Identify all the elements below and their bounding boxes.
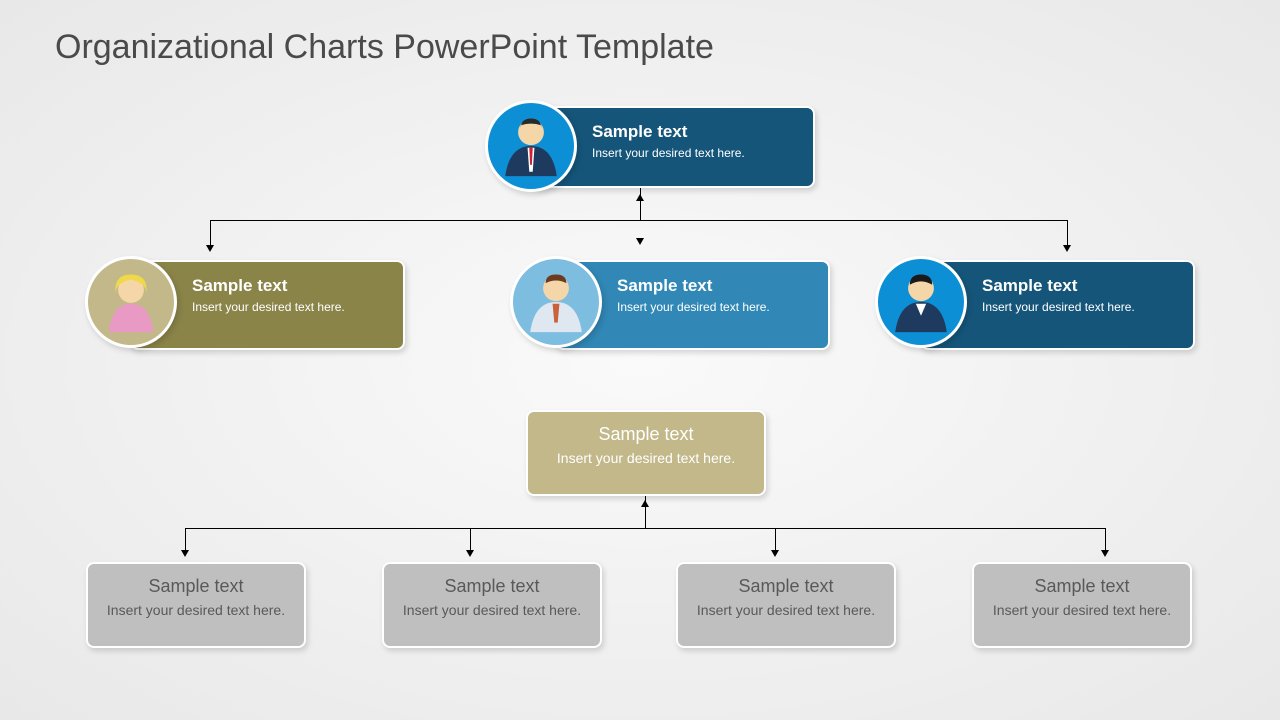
node-title: Sample text <box>982 276 1177 296</box>
node-title: Sample text <box>394 576 590 597</box>
node-title: Sample text <box>538 424 754 445</box>
node-title: Sample text <box>984 576 1180 597</box>
person-icon <box>513 259 599 345</box>
node-title: Sample text <box>617 276 812 296</box>
node-subtitle: Insert your desired text here. <box>98 601 294 619</box>
org-node-subhead: Sample text Insert your desired text her… <box>526 410 766 496</box>
node-title: Sample text <box>192 276 387 296</box>
node-subtitle: Insert your desired text here. <box>592 146 797 162</box>
node-subtitle: Insert your desired text here. <box>192 300 387 316</box>
person-icon <box>878 259 964 345</box>
node-subtitle: Insert your desired text here. <box>394 601 590 619</box>
person-icon <box>88 259 174 345</box>
node-title: Sample text <box>592 122 797 142</box>
org-node-bottom-1: Sample text Insert your desired text her… <box>382 562 602 648</box>
node-subtitle: Insert your desired text here. <box>538 449 754 467</box>
node-subtitle: Insert your desired text here. <box>982 300 1177 316</box>
node-subtitle: Insert your desired text here. <box>617 300 812 316</box>
org-node-bottom-2: Sample text Insert your desired text her… <box>676 562 896 648</box>
node-subtitle: Insert your desired text here. <box>984 601 1180 619</box>
node-title: Sample text <box>688 576 884 597</box>
node-title: Sample text <box>98 576 294 597</box>
page-title: Organizational Charts PowerPoint Templat… <box>55 28 714 67</box>
org-node-bottom-0: Sample text Insert your desired text her… <box>86 562 306 648</box>
person-icon <box>488 103 574 189</box>
avatar-mid-2 <box>875 256 967 348</box>
avatar-mid-0 <box>85 256 177 348</box>
avatar-mid-1 <box>510 256 602 348</box>
org-node-bottom-3: Sample text Insert your desired text her… <box>972 562 1192 648</box>
avatar-top <box>485 100 577 192</box>
node-subtitle: Insert your desired text here. <box>688 601 884 619</box>
